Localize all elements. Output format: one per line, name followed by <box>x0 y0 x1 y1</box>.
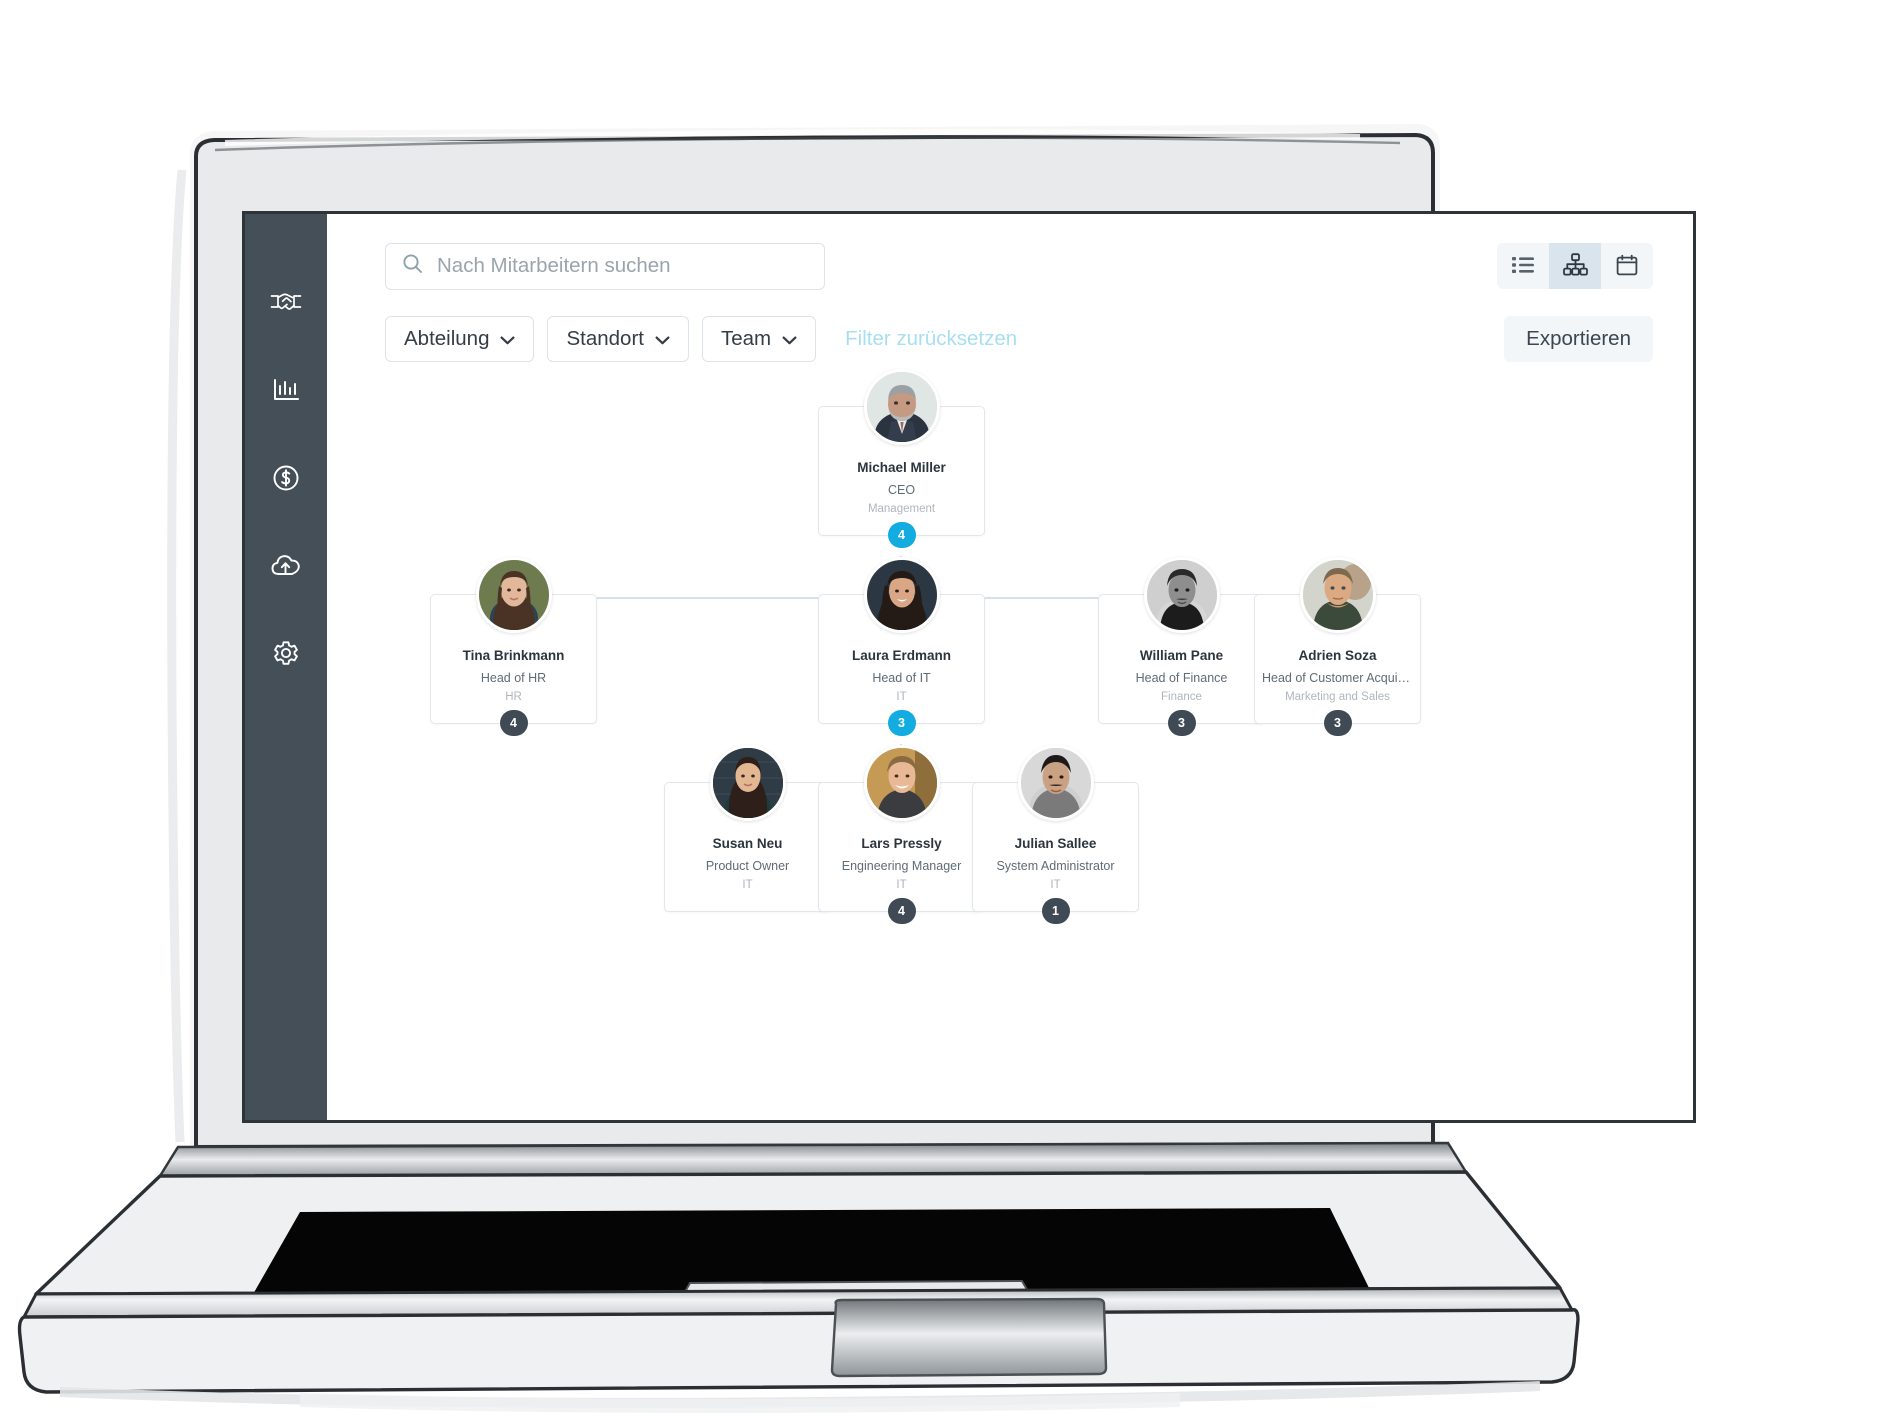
main-content: Abteilung Standort <box>327 214 1693 1120</box>
chevron-down-icon <box>782 327 797 351</box>
org-node-role: Head of Finance <box>1135 670 1228 685</box>
gear-icon <box>271 639 301 669</box>
avatar <box>863 369 940 445</box>
org-node-name: Tina Brinkmann <box>462 648 565 663</box>
view-btn-list[interactable] <box>1497 243 1549 289</box>
avatar <box>863 557 940 633</box>
org-node-badge[interactable]: 4 <box>887 521 916 548</box>
sidebar-item-analytics[interactable] <box>245 346 327 434</box>
org-node-badge[interactable]: 4 <box>499 709 528 736</box>
sidebar-item-upload[interactable] <box>245 522 327 610</box>
calendar-icon <box>1616 254 1638 279</box>
org-node-role: Product Owner <box>705 858 790 873</box>
filter-team[interactable]: Team <box>701 316 817 362</box>
org-node-role: Head of Customer Acquistio… <box>1262 670 1413 685</box>
filter-abteilung[interactable]: Abteilung <box>385 316 535 362</box>
org-node-role: System Administrator <box>996 858 1115 873</box>
dollar-circle-icon <box>271 463 301 493</box>
view-btn-org-chart[interactable] <box>1549 243 1601 289</box>
org-node-hr[interactable]: Tina Brinkmann Head of HR HR 4 <box>430 557 597 736</box>
org-node-name: Michael Miller <box>857 460 946 475</box>
org-node-name: Lars Pressly <box>861 836 942 851</box>
org-node-badge[interactable]: 3 <box>1167 709 1196 736</box>
org-node-department: IT <box>1050 878 1061 891</box>
avatar <box>863 745 940 821</box>
sidebar-item-payroll[interactable] <box>245 434 327 522</box>
bar-chart-icon <box>271 376 301 404</box>
sidebar-item-handshake[interactable] <box>245 258 327 346</box>
toolbar-filters: Abteilung Standort Team Filter zurückset… <box>385 316 1653 362</box>
search-icon <box>402 253 423 279</box>
sidebar <box>245 214 327 1120</box>
org-node-name: William Pane <box>1139 648 1224 663</box>
org-node-department: Management <box>867 502 936 515</box>
org-node-em[interactable]: Lars Pressly Engineering Manager IT 4 <box>818 745 985 924</box>
avatar <box>1017 745 1094 821</box>
org-node-sysadmin[interactable]: Julian Sallee System Administrator IT 1 <box>972 745 1139 924</box>
avatar <box>709 745 786 821</box>
app-window: Abteilung Standort <box>245 214 1693 1120</box>
org-node-badge[interactable]: 1 <box>1041 897 1070 924</box>
list-view-icon <box>1512 256 1534 277</box>
toolbar-top <box>385 242 1653 290</box>
org-node-badge[interactable]: 3 <box>1323 709 1352 736</box>
org-node-role: Engineering Manager <box>841 858 962 873</box>
org-node-ceo[interactable]: Michael Miller CEO Management 4 <box>818 369 985 548</box>
org-node-role: Head of IT <box>872 670 931 685</box>
org-node-finance[interactable]: William Pane Head of Finance Finance 3 <box>1098 557 1265 736</box>
org-node-department: Finance <box>1161 690 1202 703</box>
org-node-department: HR <box>505 690 522 703</box>
search-box[interactable] <box>385 242 825 290</box>
org-node-department: Marketing and Sales <box>1285 690 1390 703</box>
org-node-badge[interactable]: 4 <box>887 897 916 924</box>
search-input[interactable] <box>437 254 808 278</box>
filter-team-label: Team <box>720 327 772 350</box>
org-chart: Michael Miller CEO Management 4 Tina Bri… <box>327 364 1693 1120</box>
filter-standort[interactable]: Standort <box>547 316 689 362</box>
org-node-badge[interactable]: 3 <box>887 709 916 736</box>
org-chart-connectors <box>512 556 1338 804</box>
export-button[interactable]: Exportieren <box>1504 316 1653 362</box>
org-chart-icon <box>1562 253 1588 279</box>
org-node-name: Laura Erdmann <box>851 648 952 663</box>
reset-filter-link[interactable]: Filter zurücksetzen <box>845 327 1017 351</box>
org-node-role: Head of HR <box>480 670 547 685</box>
org-node-po[interactable]: Susan Neu Product Owner IT <box>664 745 831 912</box>
filter-standort-label: Standort <box>566 327 644 350</box>
chevron-down-icon <box>500 327 515 351</box>
handshake-icon <box>269 288 303 316</box>
view-toggle-group <box>1497 243 1653 289</box>
org-node-name: Julian Sallee <box>1014 836 1097 851</box>
view-btn-calendar[interactable] <box>1601 243 1653 289</box>
org-node-it[interactable]: Laura Erdmann Head of IT IT 3 <box>818 557 985 736</box>
avatar <box>475 557 552 633</box>
org-node-name: Susan Neu <box>712 836 783 851</box>
filter-group: Abteilung Standort Team Filter zurückset… <box>385 316 1017 362</box>
cloud-upload-icon <box>269 552 303 580</box>
org-node-department: IT <box>896 690 907 703</box>
avatar <box>1143 557 1220 633</box>
avatar <box>1299 557 1376 633</box>
org-node-role: CEO <box>887 482 916 497</box>
org-node-name: Adrien Soza <box>1298 648 1377 663</box>
org-node-department: IT <box>896 878 907 891</box>
chevron-down-icon <box>655 327 670 351</box>
filter-abteilung-label: Abteilung <box>404 327 490 350</box>
org-node-marketing[interactable]: Adrien Soza Head of Customer Acquistio… … <box>1254 557 1421 736</box>
sidebar-item-settings[interactable] <box>245 610 327 698</box>
org-node-department: IT <box>742 878 753 891</box>
